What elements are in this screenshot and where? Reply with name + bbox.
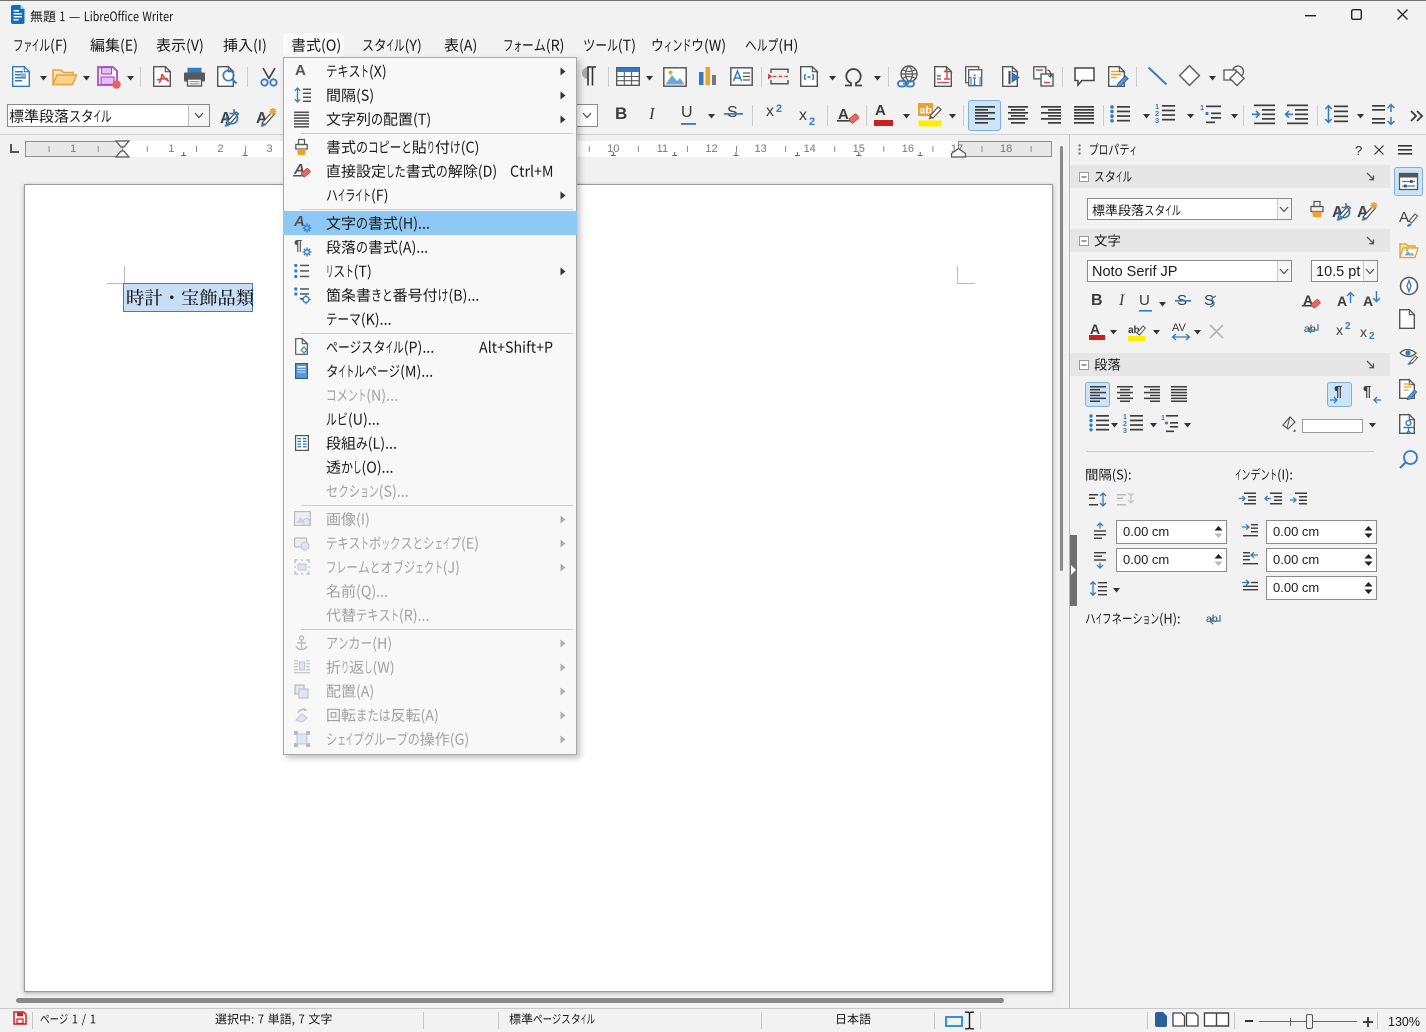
svg-text:2: 2 (1123, 421, 1127, 428)
svg-text:1: 1 (1123, 414, 1127, 421)
svg-text:ab: ab (920, 105, 932, 117)
svg-text:1: 1 (1200, 103, 1204, 112)
svg-text:AV: AV (1172, 322, 1187, 334)
svg-text:1: 1 (1161, 415, 1165, 422)
svg-text:3: 3 (1123, 428, 1127, 435)
svg-text:3: 3 (1155, 116, 1159, 125)
svg-text:ab: ab (1304, 323, 1316, 335)
svg-text:A: A (1399, 209, 1409, 226)
